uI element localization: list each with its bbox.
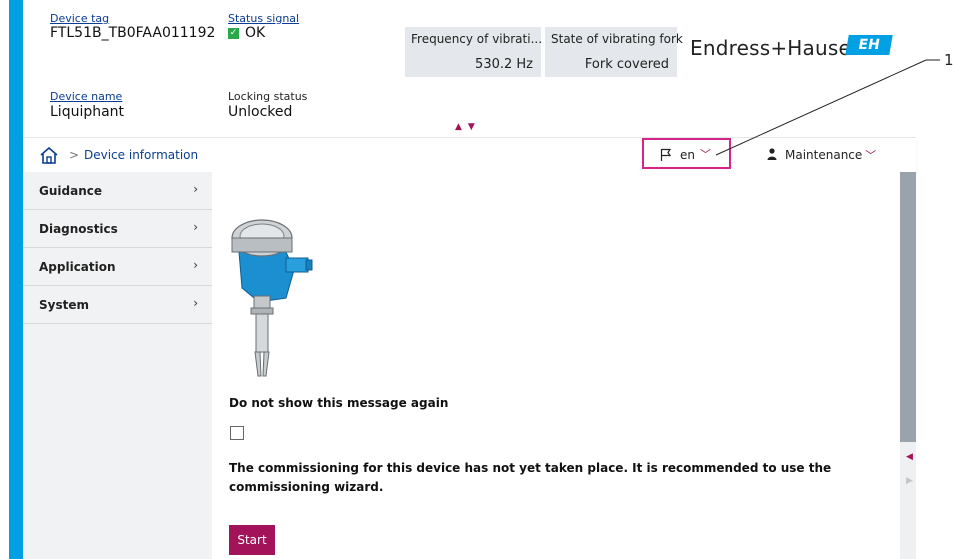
user-role-menu[interactable]: Maintenance ﹀ [767,147,876,163]
chevron-down-icon: ﹀ [865,149,877,162]
sidebar-item-label: System [39,298,89,312]
sidebar-item-label: Guidance [39,184,102,198]
device-tag-value: FTL51B_TB0FAA011192 [50,25,216,41]
home-icon[interactable] [39,146,59,168]
flag-icon [660,147,672,166]
breadcrumb[interactable]: Device information [84,148,198,162]
dont-show-checkbox[interactable] [230,426,244,440]
language-selector[interactable]: en ﹀ [642,138,731,169]
start-button[interactable]: Start [229,525,275,555]
device-tag-label[interactable]: Device tag [50,12,109,25]
scrollbar-thumb[interactable] [900,172,916,442]
brand-name: Endress+Hauser [690,36,860,60]
device-image [231,219,313,377]
fork-state-tile[interactable]: State of vibrating fork Fork covered [545,27,683,77]
ok-check-icon: ✓ [228,27,239,39]
user-icon [767,148,777,160]
frequency-value: 530.2 Hz [475,57,533,72]
chevron-down-icon: ﹀ [700,148,711,161]
frequency-tile[interactable]: Frequency of vibrati... 530.2 Hz [405,27,543,77]
device-header: Device tag FTL51B_TB0FAA011192 Status si… [23,0,916,137]
user-role-value: Maintenance [785,148,863,162]
accent-bar [9,0,23,559]
fork-state-value: Fork covered [584,57,669,72]
language-value: en [680,148,695,162]
breadcrumb-bar: > Device information en ﹀ Maintenance ﹀ [23,137,916,174]
fork-state-label: State of vibrating fork [551,32,683,46]
callout-number: 1 [944,51,953,69]
device-name-value: Liquiphant [50,104,125,120]
status-signal-value: OK [245,25,266,41]
dont-show-label: Do not show this message again [229,396,449,410]
main-content: Do not show this message again The commi… [212,172,900,559]
chevron-right-icon: › [193,220,198,234]
chevron-right-icon: › [193,182,198,196]
sidebar-item-diagnostics[interactable]: Diagnostics › [23,210,212,248]
chevron-right-icon: › [193,258,198,272]
frequency-label: Frequency of vibrati... [411,32,543,46]
sidebar-item-guidance[interactable]: Guidance › [23,172,212,210]
status-signal-label[interactable]: Status signal [228,12,299,25]
scroll-expand-icon[interactable]: ▶ [906,476,913,486]
collapse-header-arrows[interactable]: ▲▼ [455,122,481,132]
sidebar-item-label: Diagnostics [39,222,118,236]
status-signal: ✓ OK [228,25,265,41]
sidebar: Guidance › Diagnostics › Application › S… [23,172,213,559]
eh-logo: EH [845,35,893,55]
locking-status-label: Locking status [228,90,308,103]
sidebar-item-system[interactable]: System › [23,286,212,324]
commissioning-message: The commissioning for this device has no… [229,461,832,494]
sidebar-item-label: Application [39,260,116,274]
breadcrumb-separator: > [69,148,80,162]
chevron-right-icon: › [193,296,198,310]
device-name-label[interactable]: Device name [50,90,122,103]
locking-status-value: Unlocked [228,104,293,120]
sidebar-item-application[interactable]: Application › [23,248,212,286]
scroll-collapse-icon[interactable]: ◀ [906,452,913,462]
